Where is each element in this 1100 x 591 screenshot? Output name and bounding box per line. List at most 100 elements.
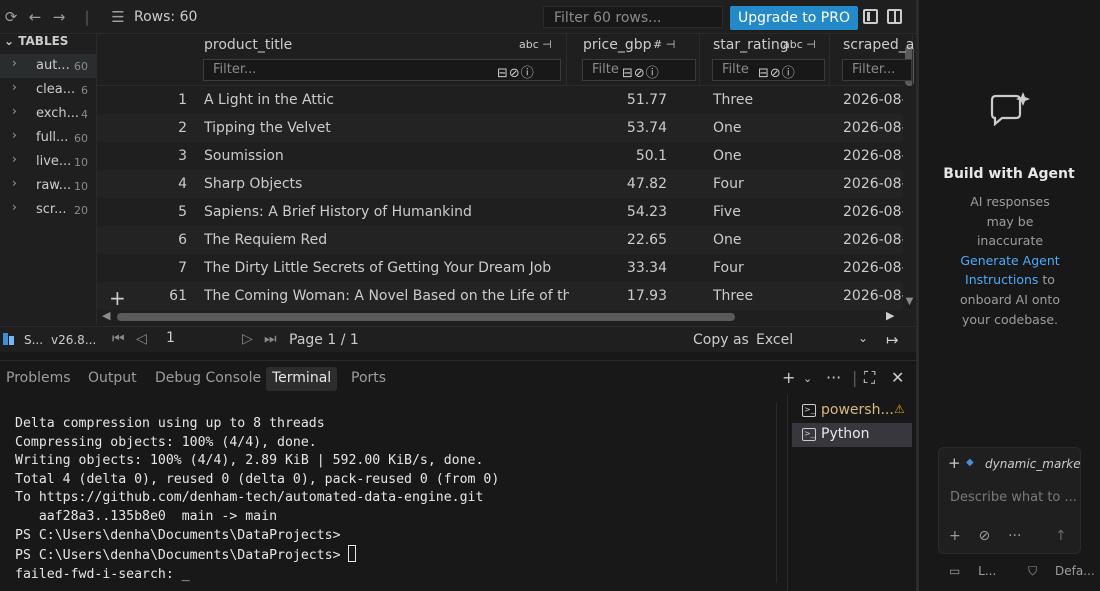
- cell-scraped-at[interactable]: 2026-08-: [843, 288, 903, 304]
- filter-options-icon[interactable]: ⊟⊘ⓘ: [758, 62, 796, 81]
- forward-arrow-icon[interactable]: →: [51, 9, 67, 25]
- more-icon[interactable]: ···: [1008, 528, 1021, 544]
- cell-product-title[interactable]: The Requiem Red: [204, 232, 569, 248]
- maximize-panel-icon[interactable]: ⛶: [864, 368, 875, 388]
- cell-price[interactable]: 50.1: [573, 148, 667, 164]
- context-chip[interactable]: dynamic_marke: [985, 457, 1081, 471]
- local-mode-button[interactable]: ▭ L...: [949, 564, 1010, 578]
- terminal-output[interactable]: Delta compression using up to 8 threads C…: [15, 415, 499, 584]
- chat-input[interactable]: Describe what to ...: [950, 490, 1077, 505]
- next-page-icon[interactable]: ▷: [242, 331, 253, 347]
- terminal-instance[interactable]: >_ Python: [792, 423, 912, 447]
- column-type-pin-icon[interactable]: abc ⊣: [519, 38, 552, 51]
- add-context-icon[interactable]: +: [948, 454, 961, 472]
- cell-star-rating[interactable]: Three: [713, 288, 753, 304]
- toggle-sidebar-icon[interactable]: [863, 9, 878, 24]
- cell-product-title[interactable]: Sharp Objects: [204, 176, 569, 192]
- cell-star-rating[interactable]: One: [713, 232, 742, 248]
- first-page-icon[interactable]: ⏮: [112, 331, 125, 347]
- column-header[interactable]: product_title abc ⊣ Filter... ⊟⊘ⓘ: [194, 34, 567, 86]
- default-mode-button[interactable]: ⛉ Defa...: [1028, 564, 1100, 578]
- cell-scraped-at[interactable]: 2026-08-: [843, 92, 903, 108]
- table-row[interactable]: 7 The Dirty Little Secrets of Getting You…: [97, 254, 903, 282]
- split-layout-icon[interactable]: [887, 9, 902, 24]
- scroll-down-arrow-icon[interactable]: ▼: [903, 296, 916, 307]
- chevron-down-icon[interactable]: ⌄: [803, 372, 812, 385]
- table-item[interactable]: › exch... 4: [0, 102, 96, 126]
- cell-product-title[interactable]: The Coming Woman: A Novel Based on the L…: [204, 288, 569, 304]
- table-item[interactable]: › scr... 20: [0, 198, 96, 222]
- back-arrow-icon[interactable]: ←: [27, 9, 43, 25]
- cell-scraped-at[interactable]: 2026-08-: [843, 148, 903, 164]
- table-item[interactable]: › full... 60: [0, 126, 96, 150]
- cell-star-rating[interactable]: Three: [713, 92, 753, 108]
- horizontal-scroll-thumb[interactable]: [117, 313, 735, 321]
- cell-scraped-at[interactable]: 2026-08-: [843, 204, 903, 220]
- table-item[interactable]: › aut... 60: [0, 54, 96, 78]
- tab-terminal[interactable]: Terminal: [266, 367, 338, 391]
- table-row[interactable]: 2 Tipping the Velvet 53.74 One 2026-08-: [97, 114, 903, 142]
- attach-icon[interactable]: +: [949, 528, 961, 544]
- scroll-right-arrow-icon[interactable]: ▶: [886, 309, 894, 322]
- column-type-pin-icon[interactable]: # ⊣: [653, 38, 675, 51]
- cell-star-rating[interactable]: Five: [713, 204, 741, 220]
- cell-star-rating[interactable]: Four: [713, 176, 744, 192]
- column-header[interactable]: price_gbp # ⊣ Filte ⊟⊘ⓘ: [573, 34, 700, 86]
- cell-scraped-at[interactable]: 2026-08-: [843, 232, 903, 248]
- cell-scraped-at[interactable]: 2026-08-: [843, 120, 903, 136]
- cell-price[interactable]: 33.34: [573, 260, 667, 276]
- cell-price[interactable]: 22.65: [573, 232, 667, 248]
- filter-rows-input[interactable]: Filter 60 rows...: [543, 6, 723, 28]
- export-icon[interactable]: ↦: [886, 331, 899, 349]
- table-item[interactable]: › raw... 10: [0, 174, 96, 198]
- tab-ports[interactable]: Ports: [345, 367, 392, 391]
- refresh-icon[interactable]: ⟳: [3, 9, 19, 25]
- tab-problems[interactable]: Problems: [0, 367, 77, 391]
- last-page-icon[interactable]: ⏭: [264, 331, 277, 347]
- tables-header[interactable]: ⌄ TABLES: [4, 34, 68, 48]
- table-item[interactable]: › live... 10: [0, 150, 96, 174]
- filter-options-icon[interactable]: ⊟⊘ⓘ: [497, 62, 535, 81]
- cell-price[interactable]: 53.74: [573, 120, 667, 136]
- page-number-input[interactable]: 1: [160, 330, 232, 350]
- filter-options-icon[interactable]: ⊟⊘ⓘ: [622, 62, 660, 81]
- cell-product-title[interactable]: Tipping the Velvet: [204, 120, 569, 136]
- table-row[interactable]: 3 Soumission 50.1 One 2026-08-: [97, 142, 903, 170]
- tab-output[interactable]: Output: [82, 367, 143, 391]
- copy-format-select[interactable]: Excel ⌄: [750, 329, 874, 351]
- column-type-pin-icon[interactable]: abc ⊣: [783, 38, 816, 51]
- cell-product-title[interactable]: The Dirty Little Secrets of Getting Your…: [204, 260, 569, 276]
- terminal-instance[interactable]: >_ powersh... ⚠: [792, 399, 912, 423]
- terminal-scrollbar[interactable]: [776, 403, 777, 583]
- column-header[interactable]: star_rating abc ⊣ Filte ⊟⊘ⓘ: [703, 34, 830, 86]
- column-title[interactable]: star_rating: [713, 37, 789, 53]
- tab-debug-console[interactable]: Debug Console: [149, 367, 267, 391]
- send-arrow-icon[interactable]: ↑: [1055, 528, 1067, 544]
- column-title[interactable]: price_gbp: [583, 37, 652, 53]
- column-filter-input[interactable]: Filter...: [842, 59, 912, 81]
- cell-price[interactable]: 47.82: [573, 176, 667, 192]
- column-header[interactable]: scraped_a Filter...: [833, 34, 914, 86]
- add-row-icon[interactable]: +: [109, 286, 126, 310]
- more-actions-icon[interactable]: ···: [826, 368, 841, 387]
- cell-price[interactable]: 17.93: [573, 288, 667, 304]
- cell-star-rating[interactable]: One: [713, 148, 742, 164]
- table-row[interactable]: 4 Sharp Objects 47.82 Four 2026-08-: [97, 170, 903, 198]
- cell-scraped-at[interactable]: 2026-08-: [843, 176, 903, 192]
- table-row[interactable]: 5 Sapiens: A Brief History of Humankind 54…: [97, 198, 903, 226]
- upgrade-to-pro-button[interactable]: Upgrade to PRO: [730, 6, 858, 30]
- close-panel-icon[interactable]: ✕: [891, 368, 904, 387]
- cell-price[interactable]: 51.77: [573, 92, 667, 108]
- cell-scraped-at[interactable]: 2026-08-: [843, 260, 903, 276]
- scroll-left-arrow-icon[interactable]: ◀: [102, 309, 110, 322]
- cell-product-title[interactable]: A Light in the Attic: [204, 92, 569, 108]
- table-row[interactable]: 6 The Requiem Red 22.65 One 2026-08-: [97, 226, 903, 254]
- column-title[interactable]: scraped_a: [843, 37, 914, 53]
- table-item[interactable]: › clea... 6: [0, 78, 96, 102]
- cell-product-title[interactable]: Sapiens: A Brief History of Humankind: [204, 204, 569, 220]
- cell-price[interactable]: 54.23: [573, 204, 667, 220]
- cell-star-rating[interactable]: One: [713, 120, 742, 136]
- new-terminal-icon[interactable]: +: [782, 368, 795, 387]
- cell-product-title[interactable]: Soumission: [204, 148, 569, 164]
- table-row[interactable]: 61 The Coming Woman: A Novel Based on the…: [97, 282, 903, 310]
